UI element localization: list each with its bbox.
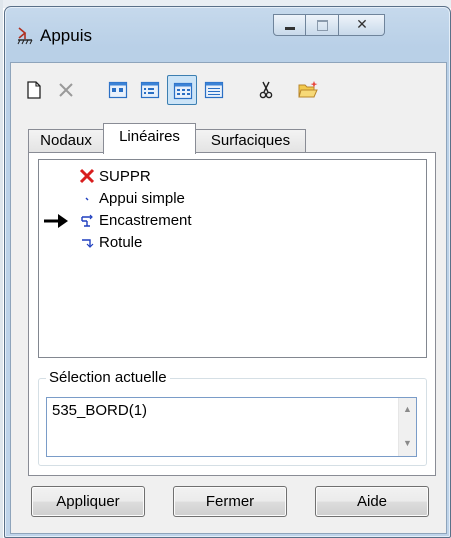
apply-button[interactable]: Appliquer — [31, 486, 145, 517]
toolbar — [17, 69, 437, 111]
list-item-label: SUPPR — [99, 168, 151, 185]
window-title: Appuis — [40, 26, 92, 45]
close-icon: ✕ — [356, 16, 368, 32]
desktop-background-left — [0, 0, 3, 538]
support-app-icon — [16, 27, 34, 45]
list-item-suppr[interactable]: SUPPR — [39, 166, 419, 188]
delete-x-icon — [59, 83, 73, 97]
view-small-icons-button[interactable] — [135, 75, 165, 105]
delete-red-x-icon — [79, 168, 95, 184]
close-button[interactable]: ✕ — [339, 14, 385, 36]
view-small-icons-icon — [140, 81, 160, 99]
list-item-encastrement[interactable]: Encastrement — [39, 210, 419, 232]
view-large-icons-button[interactable] — [103, 75, 133, 105]
cut-button[interactable] — [251, 75, 281, 105]
fixed-support-icon — [81, 214, 93, 227]
new-button[interactable] — [19, 75, 49, 105]
view-details-button[interactable] — [199, 75, 229, 105]
tab-lineaires[interactable]: Linéaires — [103, 123, 196, 154]
delete-button[interactable] — [51, 75, 81, 105]
list-item-label: Rotule — [99, 234, 143, 251]
simple-support-icon — [85, 197, 89, 201]
tab-nodaux[interactable]: Nodaux — [28, 129, 104, 153]
appuis-window: Appuis ✕ Nodaux Linéaires Surfaciques SU… — [4, 6, 451, 538]
group-legend: Sélection actuelle — [46, 369, 170, 386]
minimize-icon — [285, 27, 295, 30]
hinge-icon — [82, 239, 94, 248]
maximize-button[interactable] — [306, 14, 339, 36]
list-item-label: Appui simple — [99, 190, 185, 207]
maximize-icon — [317, 20, 328, 31]
tab-strip: Nodaux Linéaires Surfaciques — [28, 123, 428, 154]
list-item-label: Encastrement — [99, 212, 192, 229]
list-item-rotule[interactable]: Rotule — [39, 232, 419, 254]
current-arrow-icon — [44, 214, 68, 228]
minimize-button[interactable] — [273, 14, 306, 36]
tab-panel-lineaires: SUPPR Appui simple Encastrement Rotule S… — [28, 152, 436, 476]
scroll-down-icon[interactable]: ▼ — [399, 438, 416, 448]
view-list-button[interactable] — [167, 75, 197, 105]
new-document-icon — [27, 81, 41, 99]
current-selection-field[interactable]: 535_BORD(1) ▲ ▼ — [46, 397, 417, 457]
title-bar[interactable]: Appuis ✕ — [5, 7, 450, 57]
support-type-list[interactable]: SUPPR Appui simple Encastrement Rotule — [38, 159, 427, 358]
dialog-client-area: Nodaux Linéaires Surfaciques SUPPR Appui… — [10, 62, 447, 534]
close-dialog-button[interactable]: Fermer — [173, 486, 287, 517]
help-button[interactable]: Aide — [315, 486, 429, 517]
tab-surfaciques[interactable]: Surfaciques — [195, 129, 306, 153]
scroll-up-icon[interactable]: ▲ — [399, 404, 416, 414]
open-button[interactable] — [293, 75, 323, 105]
selection-value: 535_BORD(1) — [52, 402, 148, 419]
view-list-icon — [173, 82, 193, 100]
list-item-appui-simple[interactable]: Appui simple — [39, 188, 419, 210]
open-folder-icon — [298, 81, 318, 98]
selection-scrollbar[interactable]: ▲ ▼ — [398, 398, 416, 456]
current-selection-group: Sélection actuelle 535_BORD(1) ▲ ▼ — [38, 369, 427, 466]
view-large-icons-icon — [108, 81, 128, 99]
scissors-icon — [259, 81, 273, 99]
view-details-icon — [204, 81, 224, 99]
